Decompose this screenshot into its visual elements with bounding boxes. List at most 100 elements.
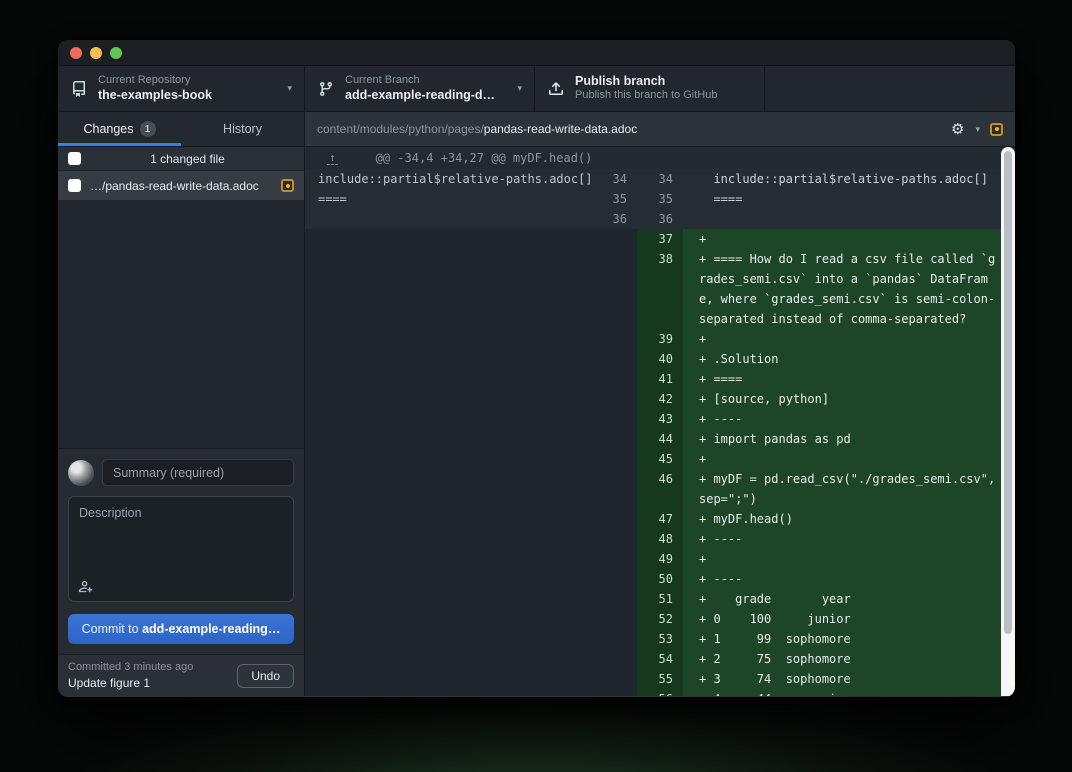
diff-old-text bbox=[305, 229, 601, 249]
diff-row[interactable]: 43+ ---- bbox=[305, 409, 1001, 429]
diff-row[interactable]: 51+ grade year bbox=[305, 589, 1001, 609]
diff-row[interactable]: 52+ 0 100 junior bbox=[305, 609, 1001, 629]
diff-row[interactable]: 55+ 3 74 sophomore bbox=[305, 669, 1001, 689]
diff-old-line-number bbox=[601, 409, 637, 429]
diff-old-line-number: 34 bbox=[601, 169, 637, 189]
diff-old-text bbox=[305, 569, 601, 589]
diff-row[interactable]: 46+ myDF = pd.read_csv("./grades_semi.cs… bbox=[305, 469, 1001, 509]
diff-row[interactable]: 38+ ==== How do I read a csv file called… bbox=[305, 249, 1001, 329]
diff-old-text bbox=[305, 589, 601, 609]
maximize-window-button[interactable] bbox=[110, 47, 122, 59]
diff-new-text: + bbox=[683, 549, 1001, 569]
diff-old-text bbox=[305, 329, 601, 349]
diff-new-line-number: 44 bbox=[637, 429, 683, 449]
diff-row[interactable]: 41+ ==== bbox=[305, 369, 1001, 389]
diff-row[interactable]: include::partial$relative-paths.adoc[] 34… bbox=[305, 169, 1001, 189]
diff-old-text bbox=[305, 689, 601, 696]
diff-old-line-number bbox=[601, 569, 637, 589]
current-repository-selector[interactable]: Current Repository the-examples-book ▾ bbox=[58, 66, 305, 111]
tab-changes-label: Changes bbox=[83, 122, 133, 136]
diff-row[interactable]: 42+ [source, python] bbox=[305, 389, 1001, 409]
repository-name: the-examples-book bbox=[98, 88, 212, 104]
diff-new-line-number: 35 bbox=[637, 189, 683, 209]
undo-button[interactable]: Undo bbox=[237, 664, 294, 688]
diff-old-text: ==== bbox=[305, 189, 601, 209]
diff-old-text bbox=[305, 649, 601, 669]
window-titlebar[interactable] bbox=[58, 40, 1015, 66]
scrollbar-thumb[interactable] bbox=[1004, 151, 1012, 634]
diff-new-line-number: 53 bbox=[637, 629, 683, 649]
publish-branch-button[interactable]: Publish branch Publish this branch to Gi… bbox=[535, 66, 765, 111]
diff-old-line-number bbox=[601, 469, 637, 509]
file-path-directory: content/modules/python/pages/ bbox=[317, 122, 484, 136]
diff-new-text: include::partial$relative-paths.adoc[] bbox=[683, 169, 1001, 189]
diff-old-line-number bbox=[601, 229, 637, 249]
diff-new-text: + ---- bbox=[683, 409, 1001, 429]
diff-old-line-number bbox=[601, 689, 637, 696]
diff-row[interactable]: 45+ bbox=[305, 449, 1001, 469]
file-path: content/modules/python/pages/pandas-read… bbox=[317, 122, 951, 136]
diff-new-text: + bbox=[683, 329, 1001, 349]
diff-new-line-number: 42 bbox=[637, 389, 683, 409]
scrollbar[interactable] bbox=[1001, 147, 1015, 696]
diff-new-text: + .Solution bbox=[683, 349, 1001, 369]
diff-old-line-number bbox=[601, 329, 637, 349]
minimize-window-button[interactable] bbox=[90, 47, 102, 59]
diff-new-text bbox=[683, 209, 1001, 229]
diff-new-text: + ==== bbox=[683, 369, 1001, 389]
changed-file-row[interactable]: …/pandas-read-write-data.adoc bbox=[58, 171, 304, 200]
diff-old-text bbox=[305, 509, 601, 529]
tab-changes[interactable]: Changes 1 bbox=[58, 112, 181, 146]
changes-sidebar: Changes 1 History 1 changed file …/panda… bbox=[58, 112, 305, 696]
commit-form: Description Commit to add-example-readin… bbox=[58, 448, 304, 654]
diff-new-line-number: 46 bbox=[637, 469, 683, 509]
diff-old-text bbox=[305, 409, 601, 429]
expand-hunk-icon[interactable]: ↑ bbox=[327, 152, 338, 165]
diff-new-text: + 2 75 sophomore bbox=[683, 649, 1001, 669]
commit-button[interactable]: Commit to add-example-reading… bbox=[68, 614, 294, 644]
diff-options-button[interactable]: ⚙ ▾ bbox=[951, 122, 980, 137]
commit-summary-input[interactable] bbox=[102, 459, 294, 486]
diff-new-text: + grade year bbox=[683, 589, 1001, 609]
diff-new-line-number: 52 bbox=[637, 609, 683, 629]
diff-row[interactable]: 50+ ---- bbox=[305, 569, 1001, 589]
diff-old-text bbox=[305, 549, 601, 569]
avatar bbox=[68, 460, 94, 486]
diff-view: ↑ @@ -34,4 +34,27 @@ myDF.head() include… bbox=[305, 147, 1015, 696]
diff-old-text bbox=[305, 209, 601, 229]
diff-row[interactable]: 39+ bbox=[305, 329, 1001, 349]
commit-button-prefix: Commit to bbox=[82, 622, 142, 636]
commit-timestamp: Committed 3 minutes ago bbox=[68, 660, 229, 675]
commit-description-field[interactable]: Description bbox=[68, 496, 294, 602]
diff-new-line-number: 48 bbox=[637, 529, 683, 549]
diff-row[interactable]: 56+ 4 44 senior bbox=[305, 689, 1001, 696]
select-all-files-row[interactable]: 1 changed file bbox=[58, 147, 304, 171]
diff-row[interactable]: 53+ 1 99 sophomore bbox=[305, 629, 1001, 649]
select-all-checkbox[interactable] bbox=[68, 152, 81, 165]
diff-row[interactable]: 3636 bbox=[305, 209, 1001, 229]
app-toolbar: Current Repository the-examples-book ▾ C… bbox=[58, 66, 1015, 112]
changed-file-name: …/pandas-read-write-data.adoc bbox=[90, 179, 272, 193]
diff-old-line-number bbox=[601, 549, 637, 569]
diff-row[interactable]: 54+ 2 75 sophomore bbox=[305, 649, 1001, 669]
file-include-checkbox[interactable] bbox=[68, 179, 81, 192]
diff-old-text bbox=[305, 469, 601, 509]
diff-new-line-number: 39 bbox=[637, 329, 683, 349]
publish-upload-icon bbox=[547, 81, 565, 97]
hunk-header-text: @@ -34,4 +34,27 @@ myDF.head() bbox=[376, 151, 593, 165]
tab-history[interactable]: History bbox=[181, 112, 304, 146]
diff-row[interactable]: ====3535==== bbox=[305, 189, 1001, 209]
close-window-button[interactable] bbox=[70, 47, 82, 59]
diff-new-line-number: 41 bbox=[637, 369, 683, 389]
add-coauthor-icon[interactable] bbox=[78, 579, 93, 594]
diff-row[interactable]: 48+ ---- bbox=[305, 529, 1001, 549]
diff-row[interactable]: 44+ import pandas as pd bbox=[305, 429, 1001, 449]
current-branch-selector[interactable]: Current Branch add-example-reading-d… ▾ bbox=[305, 66, 535, 111]
diff-row[interactable]: 40+ .Solution bbox=[305, 349, 1001, 369]
diff-row[interactable]: 49+ bbox=[305, 549, 1001, 569]
diff-new-text: + 0 100 junior bbox=[683, 609, 1001, 629]
diff-row[interactable]: 47+ myDF.head() bbox=[305, 509, 1001, 529]
diff-new-text: + import pandas as pd bbox=[683, 429, 1001, 449]
diff-row[interactable]: 37+ bbox=[305, 229, 1001, 249]
diff-old-line-number bbox=[601, 429, 637, 449]
